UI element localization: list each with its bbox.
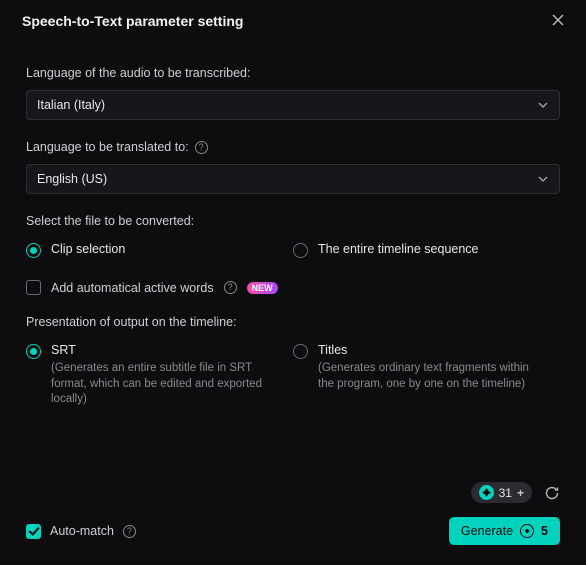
help-icon[interactable]: ? <box>123 525 136 538</box>
stt-settings-dialog: Speech-to-Text parameter setting Languag… <box>0 0 586 565</box>
cost-coin-icon <box>520 524 534 538</box>
presentation-group: SRT (Generates an entire subtitle file i… <box>26 343 560 408</box>
source-language-select[interactable]: Italian (Italy) <box>26 90 560 120</box>
plus-icon: + <box>517 486 524 500</box>
radio-icon <box>293 243 308 258</box>
source-language-value: Italian (Italy) <box>37 98 105 112</box>
credits-pill[interactable]: 31 + <box>471 482 532 503</box>
footer-bottom-row: Auto-match ? Generate 5 <box>26 517 560 545</box>
target-language-value: English (US) <box>37 172 107 186</box>
radio-srt[interactable]: SRT (Generates an entire subtitle file i… <box>26 343 293 408</box>
auto-match-label: Auto-match <box>50 524 114 538</box>
radio-clip-selection[interactable]: Clip selection <box>26 242 293 258</box>
radio-titles-label: Titles <box>318 343 546 357</box>
footer-top-row: 31 + <box>26 482 560 503</box>
dialog-title: Speech-to-Text parameter setting <box>22 13 243 29</box>
radio-entire-timeline[interactable]: The entire timeline sequence <box>293 242 560 258</box>
close-icon <box>550 12 566 28</box>
coin-icon <box>479 485 494 500</box>
active-words-label: Add automatical active words <box>51 281 214 295</box>
generate-button[interactable]: Generate 5 <box>449 517 560 545</box>
target-language-label: Language to be translated to: <box>26 140 189 154</box>
radio-icon <box>26 344 41 359</box>
dialog-footer: 31 + Auto-match ? Generate 5 <box>0 470 586 565</box>
auto-match-checkbox[interactable]: Auto-match ? <box>26 524 136 539</box>
radio-srt-desc: (Generates an entire subtitle file in SR… <box>51 361 279 408</box>
radio-titles[interactable]: Titles (Generates ordinary text fragment… <box>293 343 560 408</box>
credits-value: 31 <box>499 486 512 500</box>
dialog-content: Language of the audio to be transcribed:… <box>0 40 586 408</box>
generate-cost: 5 <box>541 524 548 538</box>
checkbox-icon <box>26 524 41 539</box>
source-language-label: Language of the audio to be transcribed: <box>26 66 560 80</box>
radio-icon <box>26 243 41 258</box>
new-badge: NEW <box>247 282 278 294</box>
presentation-label: Presentation of output on the timeline: <box>26 315 560 329</box>
active-words-row[interactable]: Add automatical active words ? NEW <box>26 280 560 295</box>
help-icon[interactable]: ? <box>195 141 208 154</box>
close-button[interactable] <box>550 12 568 30</box>
radio-srt-label: SRT <box>51 343 279 357</box>
chevron-down-icon <box>537 173 549 185</box>
chevron-down-icon <box>537 99 549 111</box>
generate-label: Generate <box>461 524 513 538</box>
dialog-header: Speech-to-Text parameter setting <box>0 0 586 40</box>
refresh-icon[interactable] <box>544 485 560 501</box>
target-language-select[interactable]: English (US) <box>26 164 560 194</box>
radio-titles-desc: (Generates ordinary text fragments withi… <box>318 361 546 392</box>
help-icon[interactable]: ? <box>224 281 237 294</box>
radio-timeline-label: The entire timeline sequence <box>318 242 479 256</box>
radio-clip-label: Clip selection <box>51 242 125 256</box>
radio-icon <box>293 344 308 359</box>
checkbox-icon <box>26 280 41 295</box>
file-select-group: Clip selection The entire timeline seque… <box>26 242 560 258</box>
target-language-label-row: Language to be translated to: ? <box>26 140 560 154</box>
file-select-label: Select the file to be converted: <box>26 214 560 228</box>
